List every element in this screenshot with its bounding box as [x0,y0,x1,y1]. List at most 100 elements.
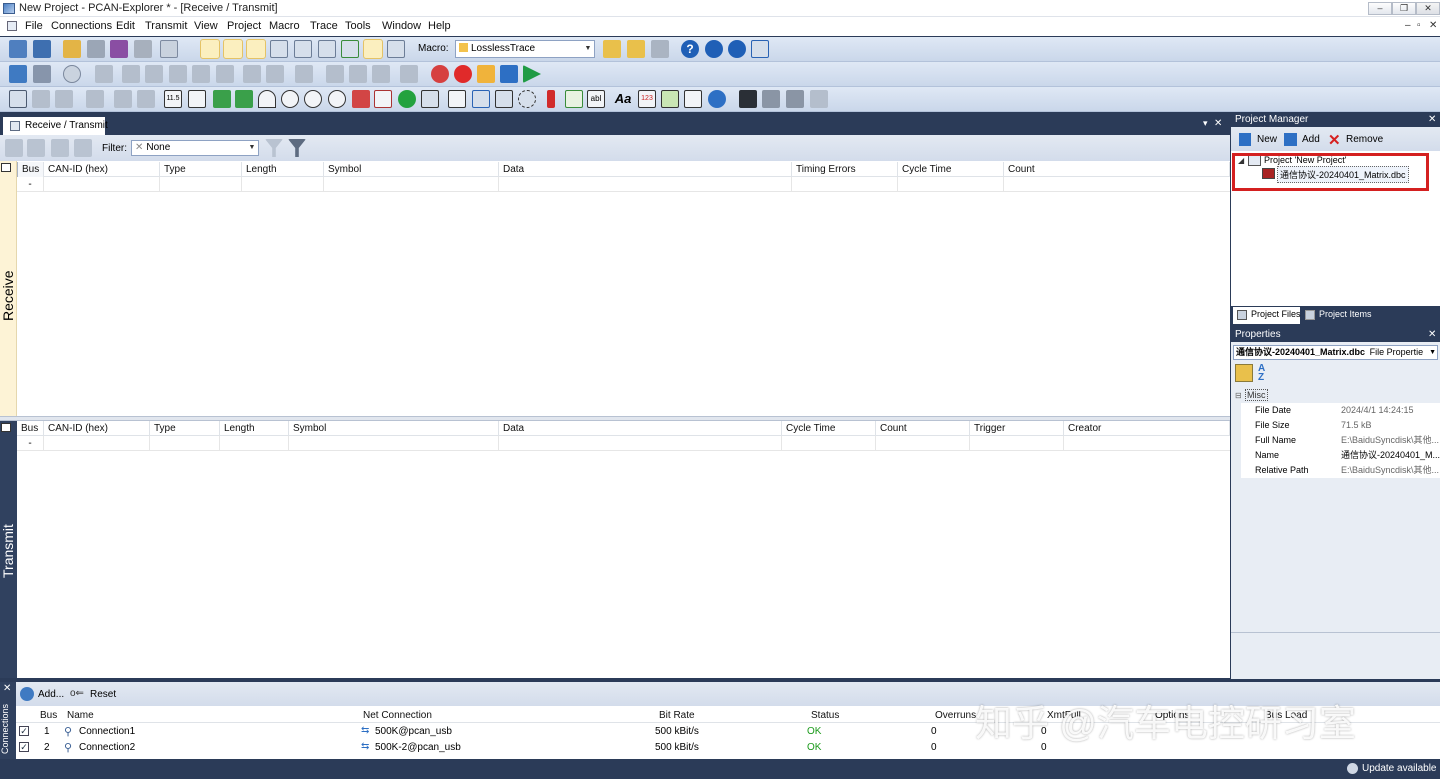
symbol-window-icon[interactable] [270,40,288,58]
envelope-icon[interactable] [5,139,23,157]
add-button[interactable]: Add [1284,132,1326,148]
thermometer-icon[interactable] [352,90,370,108]
table-cell[interactable] [792,177,898,192]
cut-icon[interactable] [122,65,140,83]
lcd-display-icon[interactable] [188,90,206,108]
message-icon[interactable] [326,65,344,83]
receive-col-count[interactable]: Count [1004,162,1230,177]
clear-icon[interactable] [216,65,234,83]
transmit-window-icon[interactable] [223,39,243,59]
record-macro-icon[interactable] [627,40,645,58]
pen-icon[interactable] [114,90,132,108]
round-gauge-icon[interactable] [328,90,346,108]
reset-button[interactable]: o⇐ Reset [70,686,120,702]
alphabetical-icon[interactable]: AZ [1258,364,1276,383]
property-category[interactable]: ⊟ Misc [1231,388,1440,403]
menu-edit[interactable]: Edit [116,20,135,32]
update-available-link[interactable]: Update available [1347,762,1437,776]
property-row[interactable]: Relative Path E:\BaiduSyncdisk\其他... [1241,463,1440,478]
menu-trace[interactable]: Trace [310,20,338,32]
menu-transmit[interactable]: Transmit [145,20,187,32]
timer-window-icon[interactable] [318,40,336,58]
print-icon[interactable] [134,40,152,58]
menu-tools[interactable]: Tools [345,20,371,32]
indicator-icon[interactable] [547,90,555,108]
watch-window-icon[interactable] [294,40,312,58]
copy-icon[interactable] [145,65,163,83]
redo-icon[interactable] [266,65,284,83]
connections-col-name[interactable]: Name [63,708,359,723]
connections-col-bus[interactable]: Bus [36,708,64,723]
table-cell[interactable] [876,436,970,451]
new-project-icon[interactable] [33,40,51,58]
msg-filter-icon[interactable] [51,139,69,157]
receive-col-cycle-time[interactable]: Cycle Time [898,162,1004,177]
line-chart-icon[interactable] [9,90,27,108]
message-send-icon[interactable] [349,65,367,83]
stop-icon[interactable] [500,65,518,83]
table-cell[interactable] [499,436,782,451]
close-icon[interactable]: ✕ [1428,114,1436,125]
transmit-col-data[interactable]: Data [499,421,782,436]
connect-icon[interactable] [9,40,27,58]
receive-col-data[interactable]: Data [499,162,792,177]
categorized-icon[interactable] [1235,364,1253,382]
save-all-icon[interactable] [110,40,128,58]
oscilloscope-icon[interactable] [739,90,757,108]
menu-window[interactable]: Window [382,20,421,32]
tab-close-icon[interactable]: ✕ [1214,118,1222,129]
histogram-icon[interactable] [421,90,439,108]
transmit-col-cycle-time[interactable]: Cycle Time [782,421,876,436]
help-icon[interactable]: ? [681,40,699,58]
property-row[interactable]: File Size 71.5 kB [1241,418,1440,433]
link-icon[interactable] [9,65,27,83]
layout-icon[interactable] [762,90,780,108]
connector-icon[interactable] [708,90,726,108]
find-icon[interactable] [295,65,313,83]
menu-connections[interactable]: Connections [51,20,112,32]
table-cell[interactable] [970,436,1064,451]
funnel-edit-icon[interactable] [288,139,306,157]
play-icon[interactable] [523,65,541,83]
bar-gauge-icon[interactable] [213,90,231,108]
close-icon[interactable]: ✕ [3,683,11,694]
trace-window-icon[interactable] [246,39,266,59]
table-cell[interactable] [44,177,160,192]
property-row[interactable]: File Date 2024/4/1 14:24:15 [1241,403,1440,418]
mdi-minimize-button[interactable]: – [1405,20,1411,31]
connection-checkbox[interactable]: ✓ [19,742,29,752]
level-gauge-icon[interactable] [235,90,253,108]
transmit-col-can-id[interactable]: CAN-ID (hex) [44,421,150,436]
connections-side-panel[interactable]: ✕ Connections [0,682,16,759]
paste-icon[interactable] [169,65,187,83]
number-edit-icon[interactable]: 123 [638,90,656,108]
delete-icon[interactable] [192,65,210,83]
connection-checkbox[interactable]: ✓ [19,726,29,736]
transmit-col-creator[interactable]: Creator [1064,421,1230,436]
numeric-display-icon[interactable]: 11.5 [164,90,182,108]
chart-fit-icon[interactable] [55,90,73,108]
layout-3-icon[interactable] [810,90,828,108]
mdi-restore-button[interactable]: ▫ [1417,20,1421,31]
lightning-icon[interactable] [137,90,155,108]
menu-help[interactable]: Help [428,20,451,32]
restore-button[interactable]: ❐ [1392,2,1416,15]
table-cell[interactable] [898,177,1004,192]
frame-icon[interactable] [684,90,702,108]
tab-project-files[interactable]: Project Files [1233,307,1301,324]
table-row[interactable]: - [17,177,1230,192]
collapse-icon[interactable]: ⊟ [1235,391,1242,400]
table-row[interactable]: - [17,436,1230,451]
record-start-icon[interactable] [454,65,472,83]
table-cell[interactable] [499,177,792,192]
about-icon[interactable] [751,40,769,58]
table-cell[interactable] [289,436,499,451]
menu-project[interactable]: Project [227,20,261,32]
funnel-icon[interactable] [265,139,283,157]
run-macro-icon[interactable] [603,40,621,58]
stop-macro-icon[interactable] [651,40,669,58]
add-connection-button[interactable]: Add... [20,686,70,702]
panel-window-icon[interactable] [387,40,405,58]
table-cell[interactable] [44,436,150,451]
receive-col-symbol[interactable]: Symbol [324,162,499,177]
